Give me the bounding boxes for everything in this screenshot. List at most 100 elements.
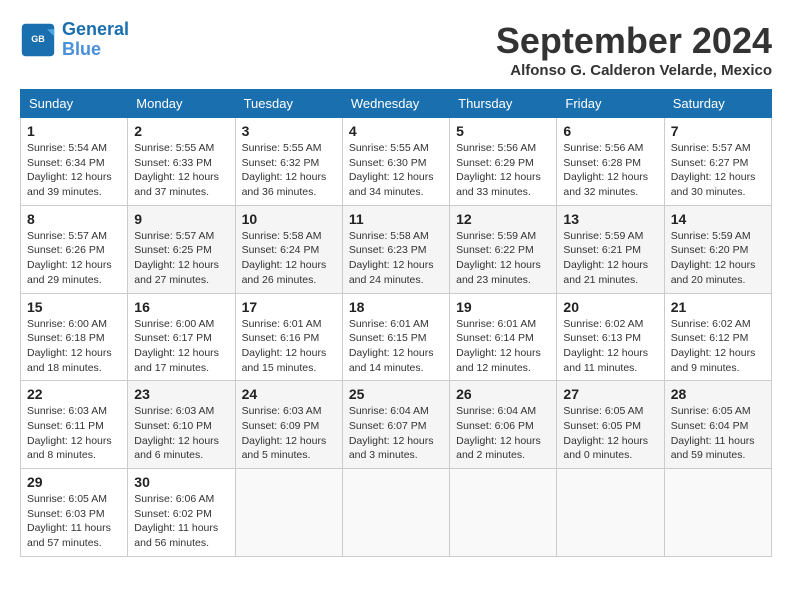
day-number: 4 [349,123,443,139]
day-number: 24 [242,386,336,402]
logo-line2: Blue [62,39,101,59]
day-number: 26 [456,386,550,402]
day-number: 7 [671,123,765,139]
day-number: 11 [349,211,443,227]
calendar-cell: 25 Sunrise: 6:04 AM Sunset: 6:07 PM Dayl… [342,381,449,469]
day-info: Sunrise: 6:03 AM Sunset: 6:09 PM Dayligh… [242,404,336,463]
day-number: 13 [563,211,657,227]
calendar-cell [450,469,557,557]
day-info: Sunrise: 6:04 AM Sunset: 6:06 PM Dayligh… [456,404,550,463]
month-title: September 2024 [496,20,772,62]
day-info: Sunrise: 6:04 AM Sunset: 6:07 PM Dayligh… [349,404,443,463]
calendar-cell: 16 Sunrise: 6:00 AM Sunset: 6:17 PM Dayl… [128,293,235,381]
day-number: 25 [349,386,443,402]
calendar-cell: 14 Sunrise: 5:59 AM Sunset: 6:20 PM Dayl… [664,205,771,293]
calendar-cell: 9 Sunrise: 5:57 AM Sunset: 6:25 PM Dayli… [128,205,235,293]
day-info: Sunrise: 5:55 AM Sunset: 6:30 PM Dayligh… [349,141,443,200]
calendar-cell: 29 Sunrise: 6:05 AM Sunset: 6:03 PM Dayl… [21,469,128,557]
day-number: 29 [27,474,121,490]
day-number: 5 [456,123,550,139]
calendar-cell: 2 Sunrise: 5:55 AM Sunset: 6:33 PM Dayli… [128,118,235,206]
calendar-week-row: 8 Sunrise: 5:57 AM Sunset: 6:26 PM Dayli… [21,205,772,293]
col-header-thursday: Thursday [450,90,557,118]
day-number: 2 [134,123,228,139]
calendar-cell: 28 Sunrise: 6:05 AM Sunset: 6:04 PM Dayl… [664,381,771,469]
day-number: 20 [563,299,657,315]
calendar-week-row: 29 Sunrise: 6:05 AM Sunset: 6:03 PM Dayl… [21,469,772,557]
day-info: Sunrise: 5:57 AM Sunset: 6:26 PM Dayligh… [27,229,121,288]
day-info: Sunrise: 6:05 AM Sunset: 6:04 PM Dayligh… [671,404,765,463]
day-info: Sunrise: 5:56 AM Sunset: 6:29 PM Dayligh… [456,141,550,200]
calendar-cell: 5 Sunrise: 5:56 AM Sunset: 6:29 PM Dayli… [450,118,557,206]
day-number: 16 [134,299,228,315]
day-info: Sunrise: 5:58 AM Sunset: 6:23 PM Dayligh… [349,229,443,288]
calendar-cell [664,469,771,557]
day-number: 19 [456,299,550,315]
day-number: 15 [27,299,121,315]
calendar-cell: 4 Sunrise: 5:55 AM Sunset: 6:30 PM Dayli… [342,118,449,206]
logo: GB General Blue [20,20,129,60]
day-info: Sunrise: 6:05 AM Sunset: 6:05 PM Dayligh… [563,404,657,463]
calendar-cell: 23 Sunrise: 6:03 AM Sunset: 6:10 PM Dayl… [128,381,235,469]
day-info: Sunrise: 6:00 AM Sunset: 6:17 PM Dayligh… [134,317,228,376]
calendar-cell: 11 Sunrise: 5:58 AM Sunset: 6:23 PM Dayl… [342,205,449,293]
day-number: 3 [242,123,336,139]
day-info: Sunrise: 6:05 AM Sunset: 6:03 PM Dayligh… [27,492,121,551]
col-header-tuesday: Tuesday [235,90,342,118]
calendar-cell [342,469,449,557]
calendar-cell: 7 Sunrise: 5:57 AM Sunset: 6:27 PM Dayli… [664,118,771,206]
svg-text:GB: GB [31,34,45,44]
day-info: Sunrise: 5:54 AM Sunset: 6:34 PM Dayligh… [27,141,121,200]
calendar-cell: 3 Sunrise: 5:55 AM Sunset: 6:32 PM Dayli… [235,118,342,206]
day-number: 9 [134,211,228,227]
logo-line1: General [62,19,129,39]
calendar-week-row: 1 Sunrise: 5:54 AM Sunset: 6:34 PM Dayli… [21,118,772,206]
day-info: Sunrise: 5:59 AM Sunset: 6:21 PM Dayligh… [563,229,657,288]
day-info: Sunrise: 5:55 AM Sunset: 6:33 PM Dayligh… [134,141,228,200]
day-info: Sunrise: 5:57 AM Sunset: 6:25 PM Dayligh… [134,229,228,288]
day-info: Sunrise: 6:01 AM Sunset: 6:15 PM Dayligh… [349,317,443,376]
day-number: 10 [242,211,336,227]
calendar-table: SundayMondayTuesdayWednesdayThursdayFrid… [20,89,772,557]
day-number: 6 [563,123,657,139]
logo-icon: GB [20,22,56,58]
col-header-saturday: Saturday [664,90,771,118]
calendar-cell: 10 Sunrise: 5:58 AM Sunset: 6:24 PM Dayl… [235,205,342,293]
calendar-cell: 20 Sunrise: 6:02 AM Sunset: 6:13 PM Dayl… [557,293,664,381]
day-info: Sunrise: 6:01 AM Sunset: 6:14 PM Dayligh… [456,317,550,376]
title-section: September 2024 Alfonso G. Calderon Velar… [496,20,772,79]
day-info: Sunrise: 5:55 AM Sunset: 6:32 PM Dayligh… [242,141,336,200]
day-number: 1 [27,123,121,139]
col-header-wednesday: Wednesday [342,90,449,118]
day-info: Sunrise: 6:00 AM Sunset: 6:18 PM Dayligh… [27,317,121,376]
calendar-cell: 22 Sunrise: 6:03 AM Sunset: 6:11 PM Dayl… [21,381,128,469]
day-number: 22 [27,386,121,402]
day-info: Sunrise: 6:02 AM Sunset: 6:12 PM Dayligh… [671,317,765,376]
calendar-header-row: SundayMondayTuesdayWednesdayThursdayFrid… [21,90,772,118]
day-number: 30 [134,474,228,490]
calendar-cell: 30 Sunrise: 6:06 AM Sunset: 6:02 PM Dayl… [128,469,235,557]
day-info: Sunrise: 6:03 AM Sunset: 6:10 PM Dayligh… [134,404,228,463]
location-subtitle: Alfonso G. Calderon Velarde, Mexico [496,62,772,79]
calendar-cell: 8 Sunrise: 5:57 AM Sunset: 6:26 PM Dayli… [21,205,128,293]
calendar-cell [557,469,664,557]
day-info: Sunrise: 6:06 AM Sunset: 6:02 PM Dayligh… [134,492,228,551]
day-number: 18 [349,299,443,315]
calendar-cell: 27 Sunrise: 6:05 AM Sunset: 6:05 PM Dayl… [557,381,664,469]
logo-text: General Blue [62,20,129,60]
day-number: 28 [671,386,765,402]
day-info: Sunrise: 6:03 AM Sunset: 6:11 PM Dayligh… [27,404,121,463]
calendar-cell: 13 Sunrise: 5:59 AM Sunset: 6:21 PM Dayl… [557,205,664,293]
day-number: 12 [456,211,550,227]
col-header-sunday: Sunday [21,90,128,118]
calendar-week-row: 22 Sunrise: 6:03 AM Sunset: 6:11 PM Dayl… [21,381,772,469]
day-number: 17 [242,299,336,315]
day-info: Sunrise: 5:59 AM Sunset: 6:22 PM Dayligh… [456,229,550,288]
day-info: Sunrise: 5:56 AM Sunset: 6:28 PM Dayligh… [563,141,657,200]
calendar-cell: 6 Sunrise: 5:56 AM Sunset: 6:28 PM Dayli… [557,118,664,206]
day-number: 23 [134,386,228,402]
calendar-cell: 12 Sunrise: 5:59 AM Sunset: 6:22 PM Dayl… [450,205,557,293]
day-info: Sunrise: 5:59 AM Sunset: 6:20 PM Dayligh… [671,229,765,288]
calendar-week-row: 15 Sunrise: 6:00 AM Sunset: 6:18 PM Dayl… [21,293,772,381]
page-header: GB General Blue September 2024 Alfonso G… [20,20,772,79]
